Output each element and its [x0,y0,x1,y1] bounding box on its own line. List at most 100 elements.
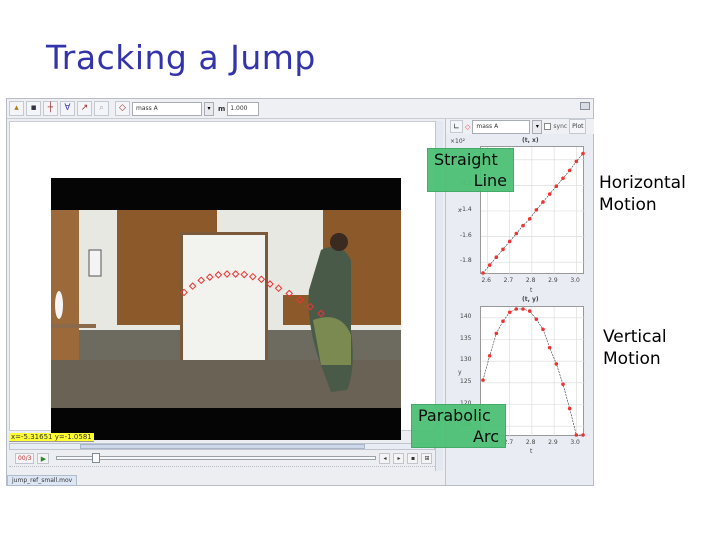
open-icon[interactable]: ▴ [9,101,24,116]
data-point[interactable] [521,223,525,228]
x-tick-label: 3.0 [570,439,580,446]
vertical-motion-text-1: Vertical [603,327,667,347]
file-tab[interactable]: jump_ref_small.mov [7,475,78,486]
data-point[interactable] [494,255,499,260]
data-point[interactable] [494,331,499,336]
track-point-marker[interactable] [197,276,206,285]
x-tick-label: 2.7 [503,277,514,284]
data-point[interactable] [567,406,572,411]
clip-settings-button[interactable]: ⊞ [421,452,433,464]
data-point[interactable] [487,263,492,267]
restore-window-icon[interactable] [580,102,590,110]
data-point[interactable] [554,184,559,188]
data-point[interactable] [507,239,512,244]
data-point[interactable] [534,208,539,212]
track-point-marker[interactable] [266,280,274,288]
scrollbar-thumb[interactable] [80,444,365,449]
data-point[interactable] [534,317,539,321]
plot-toolbar: ∟ ◇ mass A ▾ sync Plot [446,119,594,134]
horizontal-motion-label: Horizontal Motion [599,172,686,216]
track-point-marker[interactable] [306,302,315,311]
track-point-marker[interactable] [180,288,188,297]
vertical-motion-text-2: Motion [603,349,661,369]
data-point[interactable] [574,159,579,164]
zoom-icon[interactable]: ⌕ [94,101,109,116]
data-point[interactable] [561,176,565,181]
y-tick-label: 130 [460,356,472,364]
data-point[interactable] [547,345,552,350]
track-selector[interactable]: mass A [132,101,202,116]
sync-label: sync [553,123,568,130]
track-point-marker[interactable] [257,275,266,284]
track-marks-overlay [180,270,325,318]
y-tick-label: -1.6 [460,231,472,239]
data-point[interactable] [521,307,525,311]
play-button[interactable]: ▶ [37,452,50,464]
track-point-marker[interactable] [274,284,283,293]
data-point[interactable] [561,382,565,386]
chevron-down-icon[interactable]: ▾ [532,119,543,134]
track-point-marker[interactable] [205,273,214,281]
data-point[interactable] [481,271,485,275]
track-tool-icon[interactable]: ↗ [77,101,92,116]
plot2-xlabel: t [530,448,533,455]
step-back-button[interactable]: ◂ [379,452,391,464]
plot-button[interactable]: Plot [569,119,587,134]
main-toolbar: ▴ ▪ ┼ ∀ ↗ ⌕ ◇ mass A ▾ m 1.000 [7,99,593,119]
data-point[interactable] [581,151,585,156]
data-point[interactable] [527,217,532,221]
y-tick-label: 135 [460,334,472,342]
data-point[interactable] [581,433,585,437]
plot1-xlabel: t [530,287,533,294]
video-slider[interactable] [56,453,377,463]
slider-handle[interactable] [91,453,100,463]
x-tick-label: 2.9 [548,439,558,446]
video-frame[interactable] [51,178,401,440]
data-point[interactable] [507,310,512,315]
status-strip [9,466,435,472]
data-point[interactable] [487,353,492,358]
track-point-marker[interactable] [188,282,197,290]
data-point[interactable] [481,378,485,382]
data-point[interactable] [567,168,572,173]
track-point-marker[interactable] [295,295,304,304]
mass-input[interactable]: 1.000 [227,101,260,116]
track-point-marker[interactable] [285,289,294,298]
data-point[interactable] [527,309,532,313]
data-point[interactable] [541,200,545,204]
chevron-down-icon[interactable]: ▾ [204,101,214,116]
track-point-marker[interactable] [223,270,231,278]
track-point-marker[interactable] [231,270,240,278]
data-point[interactable] [554,362,559,366]
plot-track-selector[interactable]: mass A [472,119,531,134]
sync-checkbox[interactable] [544,123,552,130]
save-icon[interactable]: ▪ [26,101,41,116]
data-point[interactable] [574,433,579,437]
calibration-icon[interactable]: ∀ [60,101,75,116]
track-point-marker[interactable] [240,270,249,279]
plot-axes-icon[interactable]: ∟ [450,120,463,133]
x-tick-label: 2.8 [525,277,536,284]
y-tick-label: -1.4 [460,206,472,213]
track-point-marker[interactable] [214,271,223,279]
data-point[interactable] [514,307,519,311]
frame-counter[interactable]: 00/3 [15,452,35,464]
coordinate-readout: x=-5.31651 y=-1.0581 [9,433,94,442]
step-forward-button[interactable]: ▸ [393,452,405,464]
data-point[interactable] [514,231,519,236]
stop-button[interactable]: ▪ [407,452,419,464]
data-point[interactable] [501,247,505,252]
data-point[interactable] [547,192,552,196]
plot1-title: (t, x) [522,137,539,144]
x-tick-label: 2.6 [481,277,491,284]
track-point-marker[interactable] [317,309,325,318]
video-horizontal-scrollbar[interactable] [9,443,435,450]
track-point-marker[interactable] [248,272,257,281]
straight-line-text-2: Line [473,171,507,190]
horizontal-motion-text-2: Motion [599,195,657,215]
data-point[interactable] [541,327,545,332]
parabolic-arc-text-2: Arc [473,427,499,446]
y-tick-label: -1.8 [460,257,472,265]
data-point[interactable] [501,319,505,323]
coordinate-axes-icon[interactable]: ┼ [43,101,58,116]
